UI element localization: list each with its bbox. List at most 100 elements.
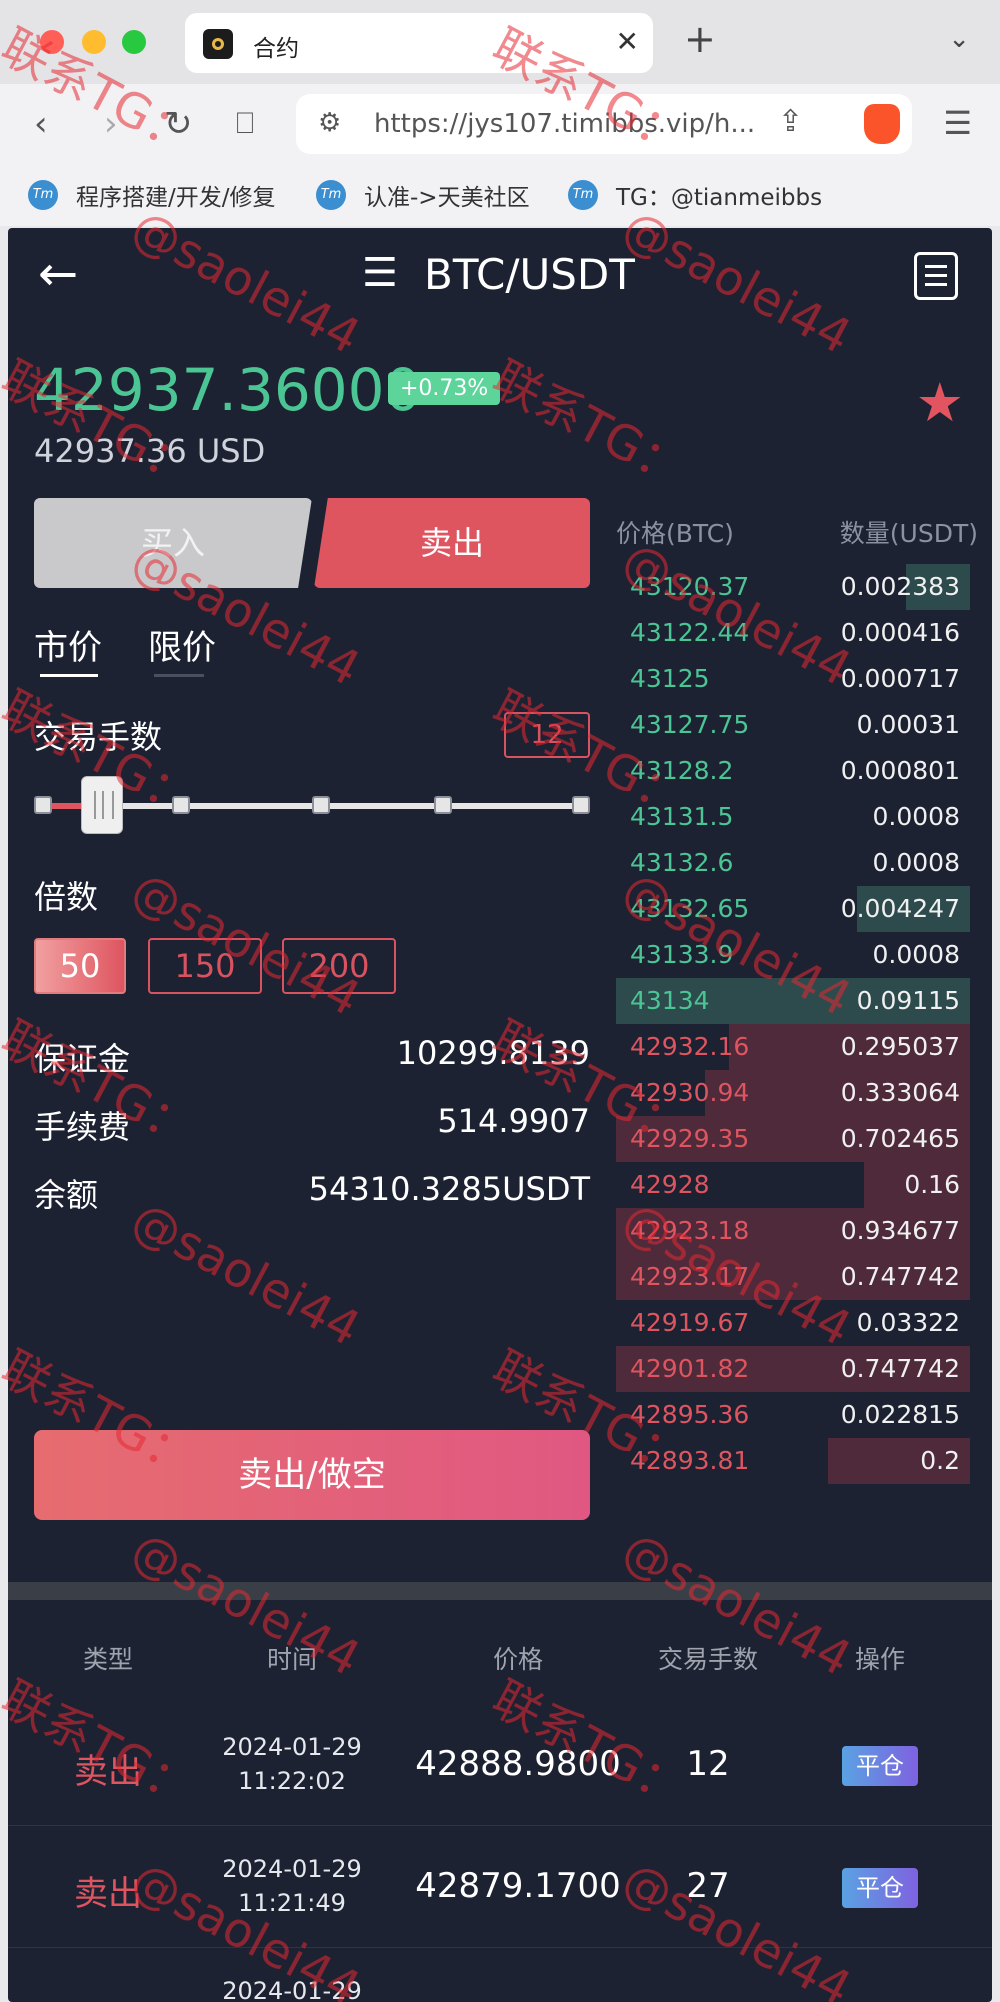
tab-close-icon[interactable]: ✕ xyxy=(616,25,639,58)
forward-icon[interactable]: › xyxy=(104,104,118,144)
bid-price: 42928 xyxy=(630,1170,710,1199)
price-usd: 42937.36 USD xyxy=(34,432,266,470)
change-badge: +0.73% xyxy=(388,372,501,405)
col-header-action: 操作 xyxy=(854,1645,905,1674)
bid-price: 42923.18 xyxy=(630,1216,750,1245)
share-icon[interactable]: ⇪ xyxy=(778,104,803,139)
ask-qty: 0.004247 xyxy=(840,894,960,923)
tab-list-chevron-icon[interactable]: ⌄ xyxy=(948,24,970,54)
bid-qty: 0.022815 xyxy=(840,1400,960,1429)
ask-row[interactable]: 43125 0.000717 xyxy=(616,656,970,702)
leverage-option-50[interactable]: 50 xyxy=(34,938,126,994)
bid-row[interactable]: 42901.82 0.747742 xyxy=(616,1346,970,1392)
leverage-option-150[interactable]: 150 xyxy=(148,938,262,994)
brave-shield-icon[interactable] xyxy=(864,104,900,144)
bid-price: 42923.17 xyxy=(630,1262,750,1291)
ask-qty: 0.000717 xyxy=(840,664,960,693)
window-close-button[interactable] xyxy=(40,30,64,54)
bid-row[interactable]: 42930.94 0.333064 xyxy=(616,1070,970,1116)
bid-row[interactable]: 42893.81 0.2 xyxy=(616,1438,970,1484)
ask-row[interactable]: 43120.37 0.002383 xyxy=(616,564,970,610)
site-settings-icon[interactable]: ⚙ xyxy=(318,108,341,138)
slider-tick[interactable] xyxy=(172,796,190,814)
tab-limit-order[interactable]: 限价 xyxy=(148,620,216,669)
back-arrow-icon[interactable]: ← xyxy=(38,246,78,302)
leverage-label: 倍数 xyxy=(34,878,99,916)
slider-tick[interactable] xyxy=(572,796,590,814)
lots-input[interactable]: 12 xyxy=(504,712,590,758)
window-zoom-button[interactable] xyxy=(122,30,146,54)
window-minimize-button[interactable] xyxy=(82,30,106,54)
leverage-option-200[interactable]: 200 xyxy=(282,938,396,994)
ask-qty: 0.000416 xyxy=(840,618,960,647)
bid-row[interactable]: 42928 0.16 xyxy=(616,1162,970,1208)
bookmark-item[interactable]: Tm 程序搭建/开发/修复 xyxy=(28,178,276,212)
sell-short-button[interactable]: 卖出/做空 xyxy=(34,1430,590,1520)
bookmark-item[interactable]: Tm TG：@tianmeibbs xyxy=(568,178,822,212)
tab-title: 合约 xyxy=(253,36,299,62)
row-time: 2024-01-29 11:22:02 xyxy=(192,1730,392,1798)
pair-list-icon[interactable]: ☰ xyxy=(362,250,398,296)
trading-app: ← ☰ BTC/USDT 42937.36000 +0.73% ★ 42937.… xyxy=(8,228,992,2002)
orders-icon[interactable] xyxy=(914,252,958,300)
bid-row[interactable]: 42932.16 0.295037 xyxy=(616,1024,970,1070)
bid-row[interactable]: 42895.36 0.022815 xyxy=(616,1392,970,1438)
row-clock: 11:22:02 xyxy=(238,1767,346,1795)
ask-row[interactable]: 43133.9 0.0008 xyxy=(616,932,970,978)
slider-tick[interactable] xyxy=(434,796,452,814)
pair-title[interactable]: BTC/USDT xyxy=(424,250,635,299)
tab-market-order[interactable]: 市价 xyxy=(34,620,102,669)
ask-price: 43122.44 xyxy=(630,618,750,647)
ask-price: 43131.5 xyxy=(630,802,734,831)
bid-row[interactable]: 42923.17 0.747742 xyxy=(616,1254,970,1300)
browser-tab[interactable]: 合约 ✕ xyxy=(185,13,653,73)
ask-row[interactable]: 43134 0.09115 xyxy=(616,978,970,1024)
bid-price: 42895.36 xyxy=(630,1400,750,1429)
col-header-price: 价格 xyxy=(492,1645,543,1674)
ask-row[interactable]: 43132.6 0.0008 xyxy=(616,840,970,886)
sell-tab-button[interactable]: 卖出 xyxy=(314,498,590,588)
row-type: 卖出 xyxy=(74,1752,142,1792)
bid-row[interactable]: 42929.35 0.702465 xyxy=(616,1116,970,1162)
bookmarks-bar: Tm 程序搭建/开发/修复 Tm 认准->天美社区 Tm TG：@tianmei… xyxy=(0,164,1000,226)
bid-qty: 0.702465 xyxy=(840,1124,960,1153)
bookmark-icon[interactable]: ⎕ xyxy=(236,106,254,141)
ask-price: 43133.9 xyxy=(630,940,734,969)
slider-tick[interactable] xyxy=(312,796,330,814)
orderbook-qty-header: 数量(USDT) xyxy=(839,519,978,548)
bid-row[interactable]: 42923.18 0.934677 xyxy=(616,1208,970,1254)
last-price: 42937.36000 xyxy=(34,356,422,424)
slider-tick[interactable] xyxy=(34,796,52,814)
ask-qty: 0.0008 xyxy=(872,802,960,831)
reload-icon[interactable]: ↻ xyxy=(164,104,193,144)
close-position-button[interactable]: 平仓 xyxy=(842,1868,918,1908)
active-tab-underline xyxy=(40,674,98,677)
site-favicon-icon xyxy=(203,29,233,59)
ask-row[interactable]: 43131.5 0.0008 xyxy=(616,794,970,840)
favorite-star-icon[interactable]: ★ xyxy=(916,376,964,430)
fee-value: 514.9907 xyxy=(437,1102,590,1140)
bid-row[interactable]: 42919.67 0.03322 xyxy=(616,1300,970,1346)
buy-tab-button[interactable]: 买入 xyxy=(34,498,312,588)
back-icon[interactable]: ‹ xyxy=(34,104,48,144)
lots-slider-thumb[interactable] xyxy=(81,776,124,834)
close-position-button[interactable]: 平仓 xyxy=(842,1746,918,1786)
ask-row[interactable]: 43128.2 0.000801 xyxy=(616,748,970,794)
bookmark-item[interactable]: Tm 认准->天美社区 xyxy=(316,178,530,212)
balance-value: 54310.3285USDT xyxy=(308,1170,590,1208)
row-clock: 11:21:49 xyxy=(238,1889,346,1917)
bid-price: 42932.16 xyxy=(630,1032,750,1061)
address-bar[interactable]: ⚙ https://jys107.timibbs.vip/h... ⇪ xyxy=(296,94,912,154)
url-text[interactable]: https://jys107.timibbs.vip/h... xyxy=(374,109,755,139)
new-tab-icon[interactable]: + xyxy=(684,20,716,58)
bid-qty: 0.03322 xyxy=(856,1308,960,1337)
ask-row[interactable]: 43127.75 0.00031 xyxy=(616,702,970,748)
row-lots: 27 xyxy=(686,1866,730,1906)
bid-qty: 0.295037 xyxy=(840,1032,960,1061)
ask-qty: 0.000801 xyxy=(840,756,960,785)
browser-menu-icon[interactable]: ☰ xyxy=(943,104,972,142)
ask-row[interactable]: 43132.65 0.004247 xyxy=(616,886,970,932)
row-date: 2024-01-29 xyxy=(222,1977,362,2002)
ask-qty: 0.00031 xyxy=(856,710,960,739)
ask-row[interactable]: 43122.44 0.000416 xyxy=(616,610,970,656)
